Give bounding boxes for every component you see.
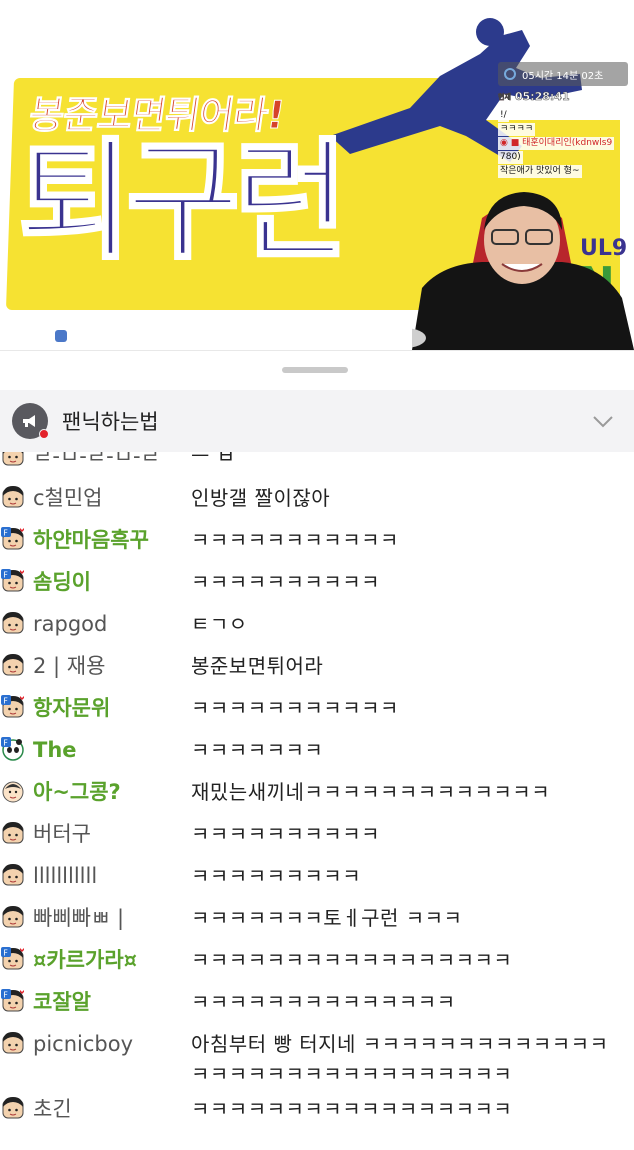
chat-nickname[interactable]: 2 | 재용	[33, 651, 191, 681]
chat-nickname[interactable]: 코잘알	[33, 987, 191, 1017]
tv-icon	[55, 330, 67, 342]
stream-clock: 현재 05:28:41	[498, 90, 628, 104]
chat-nickname[interactable]: The	[33, 735, 191, 765]
chat-nickname[interactable]: 초긴	[33, 1094, 191, 1124]
chat-message-text: ㅋㅋㅋㅋㅋㅋㅋㅋㅋㅋ	[191, 570, 380, 594]
chat-message-text: ㅋㅋㅋㅋㅋㅋㅋㅋㅋㅋㅋ	[191, 696, 399, 720]
chat-message-row[interactable]: 빠삐빠ㅃ | ㅋㅋㅋㅋㅋㅋㅋ토ㅔ구런 ㅋㅋㅋ	[0, 898, 634, 940]
chat-message-row[interactable]: 버터구 ㅋㅋㅋㅋㅋㅋㅋㅋㅋㅋ	[0, 814, 634, 856]
chat-scroll-content: ㄹ-ㅁ-ㄹ-ㅁ-ㄹㅡ ㅂ c철민업 인방갤 짤이잖아 F 하얀마음흑꾸 ㅋㅋㅋㅋㅋㅋㅋㅋㅋ…	[0, 452, 634, 1131]
chat-message-row[interactable]: F 솜딩이 ㅋㅋㅋㅋㅋㅋㅋㅋㅋㅋ	[0, 562, 634, 604]
timer-text: 05시간 14분 02초	[522, 70, 604, 82]
chat-message-row[interactable]: F The ㅋㅋㅋㅋㅋㅋㅋ	[0, 730, 634, 772]
chat-message-row[interactable]: ㄹ-ㅁ-ㄹ-ㅁ-ㄹㅡ ㅂ	[0, 452, 634, 478]
overlay-chat: !/ㅋㅋㅋㅋ ◉ ■ 태훈이대리인(kdnwls9 780) 작은애가 맛있어 형~	[498, 109, 628, 178]
chat-message-row[interactable]: picnicboy 아침부터 빵 터지네 ㅋㅋㅋㅋㅋㅋㅋㅋㅋㅋㅋㅋㅋㅋㅋㅋㅋㅋㅋㅋ…	[0, 1024, 634, 1089]
chat-nickname[interactable]: 버터구	[33, 819, 191, 849]
svg-text:F: F	[3, 529, 8, 538]
chat-nickname[interactable]: lllllllllll	[33, 861, 191, 891]
chat-message-text: ㅋㅋㅋㅋㅋㅋㅋ	[191, 738, 324, 762]
chat-nickname[interactable]: ¤카르가라¤	[33, 945, 191, 975]
stream-timer: 05시간 14분 02초	[498, 62, 628, 86]
chat-nickname[interactable]: 솜딩이	[33, 567, 191, 597]
chat-message-text: 인방갤 짤이잖아	[191, 486, 331, 510]
user-avatar-icon[interactable]	[1, 863, 25, 887]
chat-message-row[interactable]: c철민업 인방갤 짤이잖아	[0, 478, 634, 520]
chat-message-text: ㅋㅋㅋㅋㅋㅋㅋ토ㅔ구런 ㅋㅋㅋ	[191, 906, 463, 930]
chat-message-text: ㅋㅋㅋㅋㅋㅋㅋㅋㅋㅋㅋㅋㅋㅋ	[191, 990, 456, 1014]
megaphone-glyph	[23, 415, 35, 427]
overlay-chat-line: ◉ ■ 태훈이대리인(kdnwls9	[498, 137, 615, 150]
chat-message-row[interactable]: lllllllllll ㅋㅋㅋㅋㅋㅋㅋㅋㅋ	[0, 856, 634, 898]
user-avatar-icon[interactable]	[1, 452, 25, 467]
notice-title: 팬닉하는법	[62, 410, 159, 434]
notice-new-dot	[39, 429, 49, 439]
overlay-chat-line: 작은애가 맛있어 형~	[498, 165, 582, 178]
chat-message-row[interactable]: 2 | 재용 봉준보면튀어라	[0, 646, 634, 688]
chat-message-text: ㅋㅋㅋㅋㅋㅋㅋㅋㅋㅋㅋㅋㅋㅋㅋㅋㅋ	[191, 948, 513, 972]
clock-tag: 현재	[498, 92, 511, 101]
chat-message-row[interactable]: F ¤카르가라¤ ㅋㅋㅋㅋㅋㅋㅋㅋㅋㅋㅋㅋㅋㅋㅋㅋㅋ	[0, 940, 634, 982]
fan-badge-avatar-icon[interactable]: F	[1, 569, 25, 593]
chat-nickname[interactable]: picnicboy	[33, 1029, 191, 1059]
chevron-down-icon[interactable]	[592, 410, 614, 432]
fan-badge-avatar-icon[interactable]: F	[1, 947, 25, 971]
fan-badge-avatar-icon[interactable]: F	[1, 527, 25, 551]
user-avatar-icon[interactable]	[1, 1096, 25, 1120]
overlay-chat-line: !/	[498, 109, 509, 122]
fan-badge-avatar-icon[interactable]: F	[1, 989, 25, 1013]
timer-icon	[504, 68, 516, 80]
overlay-chat-line: ㅋㅋㅋㅋ	[498, 123, 536, 136]
streamer-webcam	[412, 192, 634, 350]
chat-message-row[interactable]: 초긴 ㅋㅋㅋㅋㅋㅋㅋㅋㅋㅋㅋㅋㅋㅋㅋㅋㅋ	[0, 1089, 634, 1131]
fan-badge-avatar-icon[interactable]: F	[1, 695, 25, 719]
user-avatar-icon[interactable]	[1, 779, 25, 803]
svg-text:F: F	[3, 991, 8, 1000]
chat-message-row[interactable]: rapgod ㅌㄱㅇ	[0, 604, 634, 646]
chat-message-text: ㅋㅋㅋㅋㅋㅋㅋㅋㅋ	[191, 864, 362, 888]
chat-message-row[interactable]: 아~그콩? 재밌는새끼네ㅋㅋㅋㅋㅋㅋㅋㅋㅋㅋㅋㅋㅋ	[0, 772, 634, 814]
svg-text:F: F	[3, 697, 8, 706]
user-avatar-icon[interactable]	[1, 653, 25, 677]
chat-message-row[interactable]: F 하얀마음흑꾸 ㅋㅋㅋㅋㅋㅋㅋㅋㅋㅋㅋ	[0, 520, 634, 562]
user-avatar-icon[interactable]	[1, 905, 25, 929]
clock-text: 05:28:41	[514, 90, 570, 104]
fan-badge-avatar-icon[interactable]: F	[1, 737, 25, 761]
svg-text:F: F	[3, 739, 8, 748]
svg-text:F: F	[3, 949, 8, 958]
overlay-chat-line: 780)	[498, 151, 523, 164]
chat-message-text: ㅋㅋㅋㅋㅋㅋㅋㅋㅋㅋㅋ	[191, 528, 399, 552]
chat-message-row[interactable]: F 항자문위 ㅋㅋㅋㅋㅋㅋㅋㅋㅋㅋㅋ	[0, 688, 634, 730]
chat-message-row[interactable]: F 코잘알 ㅋㅋㅋㅋㅋㅋㅋㅋㅋㅋㅋㅋㅋㅋ	[0, 982, 634, 1024]
megaphone-icon	[12, 403, 49, 439]
video-player[interactable]: 봉준보면튀어라! 퇴구런 UL9 N 05시간 14분 02초 현재 05:28…	[0, 0, 634, 350]
chat-message-text: 아침부터 빵 터지네 ㅋㅋㅋㅋㅋㅋㅋㅋㅋㅋㅋㅋㅋㅋㅋㅋㅋㅋㅋㅋㅋㅋㅋㅋㅋㅋㅋㅋㅋ…	[191, 1032, 609, 1086]
svg-text:F: F	[3, 571, 8, 580]
user-avatar-icon[interactable]	[1, 485, 25, 509]
chat-nickname[interactable]: 빠삐빠ㅃ |	[33, 903, 191, 933]
chat-nickname[interactable]: 항자문위	[33, 693, 191, 723]
banner-title: 퇴구런	[16, 126, 349, 278]
chat-message-text: 봉준보면튀어라	[191, 654, 324, 678]
chat-nickname[interactable]: 하얀마음흑꾸	[33, 525, 191, 555]
chat-nickname[interactable]: c철민업	[33, 483, 191, 513]
chat-nickname[interactable]: 아~그콩?	[33, 777, 191, 807]
user-avatar-icon[interactable]	[1, 611, 25, 635]
chat-nickname[interactable]: ㄹ-ㅁ-ㄹ-ㅁ-ㄹ	[33, 452, 191, 471]
stream-overlay: 05시간 14분 02초 현재 05:28:41 !/ㅋㅋㅋㅋ ◉ ■ 태훈이대리…	[498, 62, 628, 179]
drag-handle-bar[interactable]	[0, 350, 634, 388]
user-avatar-icon[interactable]	[1, 1031, 25, 1055]
chat-message-text: 재밌는새끼네ㅋㅋㅋㅋㅋㅋㅋㅋㅋㅋㅋㅋㅋ	[191, 780, 551, 804]
chat-nickname[interactable]: rapgod	[33, 609, 191, 639]
chat-list[interactable]: ㄹ-ㅁ-ㄹ-ㅁ-ㄹㅡ ㅂ c철민업 인방갤 짤이잖아 F 하얀마음흑꾸 ㅋㅋㅋㅋㅋㅋㅋㅋㅋ…	[0, 452, 634, 1150]
notice-bar[interactable]: 팬닉하는법	[0, 390, 634, 452]
chat-message-text: ㅌㄱㅇ	[191, 612, 248, 636]
chat-message-text: ㅡ ㅂ	[191, 452, 236, 468]
user-avatar-icon[interactable]	[1, 821, 25, 845]
drag-handle[interactable]	[282, 367, 348, 373]
chat-message-text: ㅋㅋㅋㅋㅋㅋㅋㅋㅋㅋㅋㅋㅋㅋㅋㅋㅋ	[191, 1097, 513, 1121]
chat-message-text: ㅋㅋㅋㅋㅋㅋㅋㅋㅋㅋ	[191, 822, 380, 846]
